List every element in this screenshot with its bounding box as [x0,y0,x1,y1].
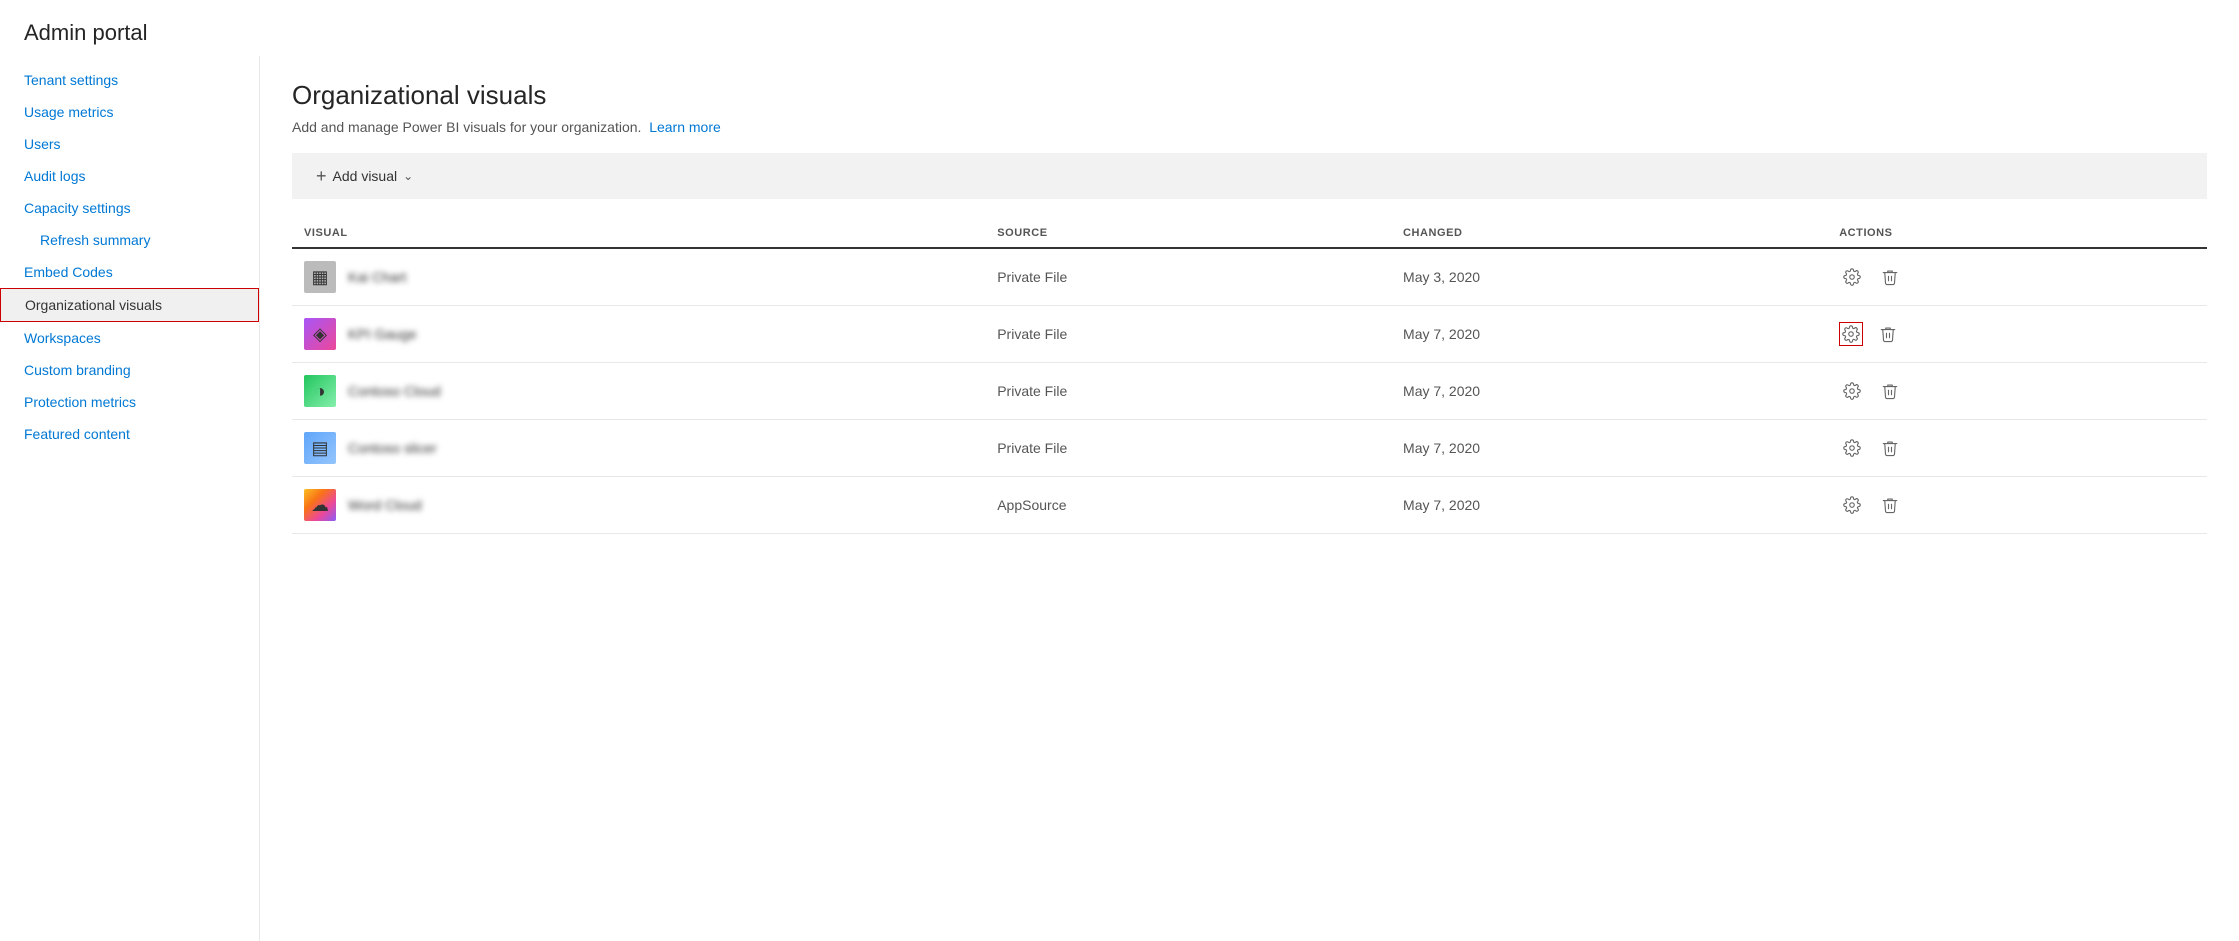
actions-div-0 [1839,264,2195,290]
table-row: ◑ Contoso Cloud Private FileMay 7, 2020 [292,363,2207,420]
learn-more-link[interactable]: Learn more [649,119,721,135]
delete-button-4[interactable] [1877,492,1903,518]
visual-cell-1: ◈ KPI Gauge [292,306,985,363]
visuals-table: VISUALSOURCECHANGEDACTIONS ▦ Kai Chart P… [292,219,2207,534]
table-row: ▦ Kai Chart Private FileMay 3, 2020 [292,248,2207,306]
visual-thumb-0: ▦ [304,261,336,293]
sidebar-item-protection-metrics[interactable]: Protection metrics [0,386,259,418]
changed-cell-3: May 7, 2020 [1391,420,1827,477]
sidebar-item-capacity-settings[interactable]: Capacity settings [0,192,259,224]
settings-button-1[interactable] [1839,322,1863,346]
actions-div-1 [1839,321,2195,347]
col-header-source: SOURCE [985,219,1391,248]
source-cell-0: Private File [985,248,1391,306]
table-body: ▦ Kai Chart Private FileMay 3, 2020 ◈ KP… [292,248,2207,534]
table-row: ◈ KPI Gauge Private FileMay 7, 2020 [292,306,2207,363]
main-layout: Tenant settingsUsage metricsUsersAudit l… [0,56,2239,941]
visual-name-2: Contoso Cloud [348,383,441,399]
source-cell-3: Private File [985,420,1391,477]
col-header-changed: CHANGED [1391,219,1827,248]
table-row: ☁ Word Cloud AppSourceMay 7, 2020 [292,477,2207,534]
visual-cell-inner: ◑ Contoso Cloud [304,375,973,407]
changed-cell-2: May 7, 2020 [1391,363,1827,420]
visual-cell-3: ▤ Contoso slicer [292,420,985,477]
sidebar-item-users[interactable]: Users [0,128,259,160]
col-header-actions: ACTIONS [1827,219,2207,248]
delete-button-2[interactable] [1877,378,1903,404]
actions-cell-4 [1827,477,2207,534]
settings-button-3[interactable] [1839,435,1865,461]
table-header: VISUALSOURCECHANGEDACTIONS [292,219,2207,248]
sidebar-item-tenant-settings[interactable]: Tenant settings [0,64,259,96]
add-visual-button[interactable]: + Add visual ⌄ [308,163,421,189]
settings-button-2[interactable] [1839,378,1865,404]
page-subtitle: Add and manage Power BI visuals for your… [292,119,2207,135]
sidebar-item-workspaces[interactable]: Workspaces [0,322,259,354]
visual-cell-0: ▦ Kai Chart [292,248,985,306]
app-title: Admin portal [0,0,2239,56]
visual-cell-inner: ▦ Kai Chart [304,261,973,293]
main-content: Organizational visuals Add and manage Po… [260,56,2239,941]
table-header-row: VISUALSOURCECHANGEDACTIONS [292,219,2207,248]
delete-button-1[interactable] [1875,321,1901,347]
visual-cell-inner: ◈ KPI Gauge [304,318,973,350]
settings-button-4[interactable] [1839,492,1865,518]
visual-name-0: Kai Chart [348,269,406,285]
visual-thumb-2: ◑ [304,375,336,407]
actions-cell-1 [1827,306,2207,363]
visual-cell-2: ◑ Contoso Cloud [292,363,985,420]
source-cell-2: Private File [985,363,1391,420]
visual-name-4: Word Cloud [348,497,422,513]
visual-name-1: KPI Gauge [348,326,417,342]
sidebar-item-audit-logs[interactable]: Audit logs [0,160,259,192]
source-cell-4: AppSource [985,477,1391,534]
actions-div-3 [1839,435,2195,461]
add-visual-label: Add visual [333,168,398,184]
source-cell-1: Private File [985,306,1391,363]
actions-div-2 [1839,378,2195,404]
plus-icon: + [316,167,327,185]
visual-thumb-3: ▤ [304,432,336,464]
sidebar-item-featured-content[interactable]: Featured content [0,418,259,450]
actions-cell-2 [1827,363,2207,420]
page-title: Organizational visuals [292,80,2207,111]
actions-div-4 [1839,492,2195,518]
visual-thumb-1: ◈ [304,318,336,350]
sidebar-item-refresh-summary[interactable]: Refresh summary [0,224,259,256]
sidebar: Tenant settingsUsage metricsUsersAudit l… [0,56,260,941]
visual-cell-4: ☁ Word Cloud [292,477,985,534]
visual-cell-inner: ▤ Contoso slicer [304,432,973,464]
table-row: ▤ Contoso slicer Private FileMay 7, 2020 [292,420,2207,477]
actions-cell-0 [1827,248,2207,306]
settings-button-0[interactable] [1839,264,1865,290]
sidebar-item-organizational-visuals[interactable]: Organizational visuals [0,288,259,322]
sidebar-item-usage-metrics[interactable]: Usage metrics [0,96,259,128]
visual-cell-inner: ☁ Word Cloud [304,489,973,521]
sidebar-item-custom-branding[interactable]: Custom branding [0,354,259,386]
visual-thumb-4: ☁ [304,489,336,521]
col-header-visual: VISUAL [292,219,985,248]
changed-cell-0: May 3, 2020 [1391,248,1827,306]
delete-button-0[interactable] [1877,264,1903,290]
chevron-down-icon: ⌄ [403,169,413,183]
delete-button-3[interactable] [1877,435,1903,461]
actions-cell-3 [1827,420,2207,477]
visual-name-3: Contoso slicer [348,440,437,456]
changed-cell-1: May 7, 2020 [1391,306,1827,363]
sidebar-item-embed-codes[interactable]: Embed Codes [0,256,259,288]
app-container: Admin portal Tenant settingsUsage metric… [0,0,2239,941]
toolbar: + Add visual ⌄ [292,153,2207,199]
changed-cell-4: May 7, 2020 [1391,477,1827,534]
